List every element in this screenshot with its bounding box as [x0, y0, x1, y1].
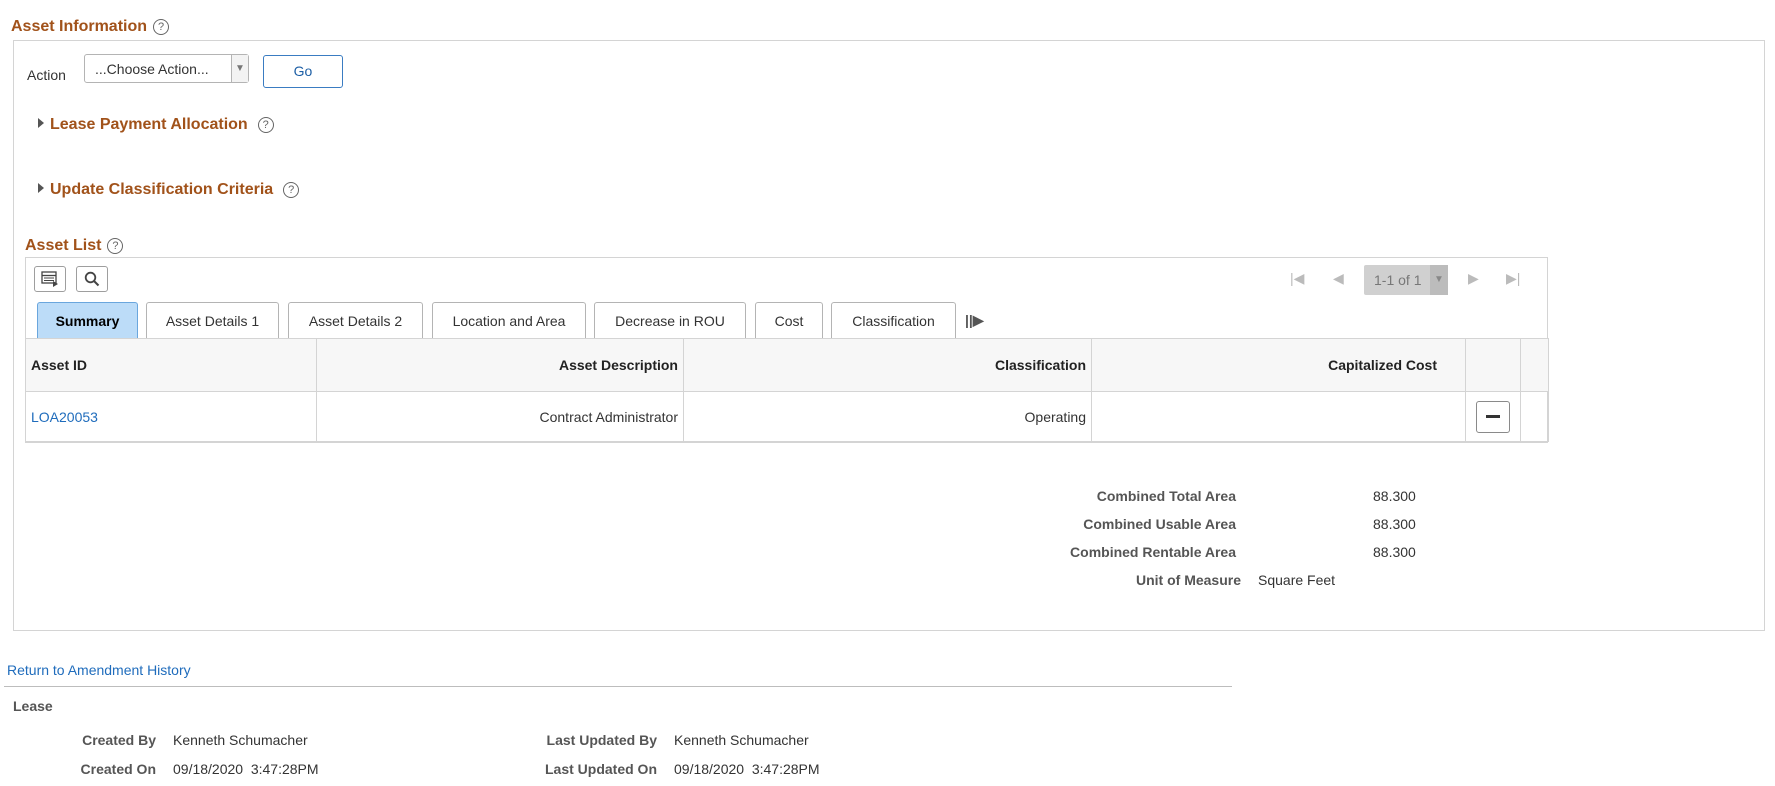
last-page-icon[interactable]: ▶| — [1506, 270, 1520, 287]
tab-asset-details-1-label: Asset Details 1 — [165, 313, 260, 329]
expand-triangle-icon[interactable] — [38, 182, 44, 193]
help-circle-icon[interactable]: ? — [153, 18, 170, 35]
tab-cost[interactable]: Cost — [755, 302, 823, 338]
tab-cost-label: Cost — [774, 313, 804, 329]
action-select-value: ...Choose Action... — [95, 61, 209, 77]
grid-personalize-button[interactable] — [34, 266, 66, 292]
return-to-amendment-history-link[interactable]: Return to Amendment History — [7, 662, 191, 678]
tab-location-and-area-label: Location and Area — [452, 313, 566, 329]
update-classification-criteria-section[interactable]: Update Classification Criteria? — [38, 181, 300, 199]
tab-decrease-in-rou[interactable]: Decrease in ROU — [594, 302, 746, 338]
last-updated-by-label: Last Updated By — [546, 732, 657, 748]
first-page-icon[interactable]: |◀ — [1290, 270, 1304, 287]
combined-usable-area-label: Combined Usable Area — [1083, 516, 1236, 532]
next-page-icon[interactable]: ▶ — [1468, 270, 1479, 287]
asset-information-title: Asset Information? — [11, 18, 170, 36]
help-circle-icon[interactable]: ? — [283, 181, 300, 198]
last-updated-by-value: Kenneth Schumacher — [674, 732, 809, 748]
tab-summary[interactable]: Summary — [37, 302, 138, 338]
asset-id-link[interactable]: LOA20053 — [31, 409, 98, 425]
capitalized-cost-cell — [1091, 391, 1466, 442]
created-by-label: Created By — [82, 732, 156, 748]
pager-select[interactable]: 1-1 of 1 ▼ — [1364, 265, 1448, 295]
grid-personalize-icon — [41, 271, 58, 287]
combined-usable-area-value: 88.300 — [1373, 516, 1416, 532]
action-select[interactable]: ...Choose Action... ▼ — [84, 54, 249, 83]
table-header-row: Asset ID Asset Description Classificatio… — [25, 338, 1549, 392]
classification-cell: Operating — [683, 391, 1092, 442]
created-on-value: 09/18/2020 3:47:28PM — [173, 761, 319, 777]
help-circle-icon[interactable]: ? — [107, 237, 124, 254]
previous-page-icon[interactable]: ◀ — [1333, 270, 1344, 287]
tab-classification-label: Classification — [852, 313, 935, 329]
asset-list-title: Asset List? — [25, 237, 124, 255]
asset-description-cell: Contract Administrator — [316, 391, 684, 442]
unit-of-measure-label: Unit of Measure — [1135, 572, 1241, 588]
go-button[interactable]: Go — [263, 55, 343, 88]
last-updated-on-label: Last Updated On — [544, 761, 657, 777]
column-header-capitalized-cost[interactable]: Capitalized Cost — [1091, 338, 1466, 392]
chevron-down-icon[interactable]: ▼ — [231, 55, 248, 82]
action-label: Action — [27, 67, 66, 83]
tab-classification[interactable]: Classification — [831, 302, 956, 338]
combined-rentable-area-label: Combined Rentable Area — [1070, 544, 1236, 560]
column-header-action — [1465, 338, 1521, 392]
tab-location-and-area[interactable]: Location and Area — [432, 302, 586, 338]
tab-asset-details-2[interactable]: Asset Details 2 — [288, 302, 423, 338]
tab-asset-details-2-label: Asset Details 2 — [308, 313, 403, 329]
combined-total-area-label: Combined Total Area — [1096, 488, 1236, 504]
lease-payment-allocation-label[interactable]: Lease Payment Allocation — [50, 116, 248, 133]
show-all-columns-icon[interactable]: ||▶ — [965, 312, 984, 329]
last-updated-on-value: 09/18/2020 3:47:28PM — [674, 761, 820, 777]
tab-asset-details-1[interactable]: Asset Details 1 — [146, 302, 279, 338]
lease-payment-allocation-section[interactable]: Lease Payment Allocation? — [38, 116, 274, 134]
combined-total-area-value: 88.300 — [1373, 488, 1416, 504]
footer-section-title: Lease — [13, 698, 53, 714]
help-circle-icon[interactable]: ? — [257, 116, 274, 133]
asset-information-label: Asset Information — [11, 18, 148, 35]
created-on-label: Created On — [80, 761, 156, 777]
search-icon — [84, 271, 100, 287]
delete-row-icon — [1486, 415, 1500, 418]
delete-row-button[interactable] — [1476, 400, 1510, 433]
expand-triangle-icon[interactable] — [38, 117, 44, 128]
column-header-asset-description[interactable]: Asset Description — [316, 338, 684, 392]
row-spacer-cell — [1520, 391, 1549, 442]
tab-decrease-in-rou-label: Decrease in ROU — [615, 313, 725, 329]
tab-summary-label: Summary — [55, 313, 120, 329]
divider — [4, 686, 1232, 687]
table-row: LOA20053 Contract Administrator Operatin… — [25, 391, 1549, 442]
asset-list-table: Asset ID Asset Description Classificatio… — [25, 338, 1549, 442]
column-header-spacer — [1520, 338, 1549, 392]
chevron-down-icon[interactable]: ▼ — [1430, 265, 1448, 295]
pager-text: 1-1 of 1 — [1374, 272, 1422, 288]
unit-of-measure-value: Square Feet — [1258, 572, 1336, 588]
created-by-value: Kenneth Schumacher — [173, 732, 308, 748]
combined-rentable-area-value: 88.300 — [1373, 544, 1416, 560]
asset-list-label: Asset List — [25, 237, 102, 254]
update-classification-criteria-label[interactable]: Update Classification Criteria — [50, 181, 273, 198]
column-header-asset-id[interactable]: Asset ID — [25, 338, 317, 392]
column-header-classification[interactable]: Classification — [683, 338, 1092, 392]
grid-search-button[interactable] — [76, 266, 108, 292]
